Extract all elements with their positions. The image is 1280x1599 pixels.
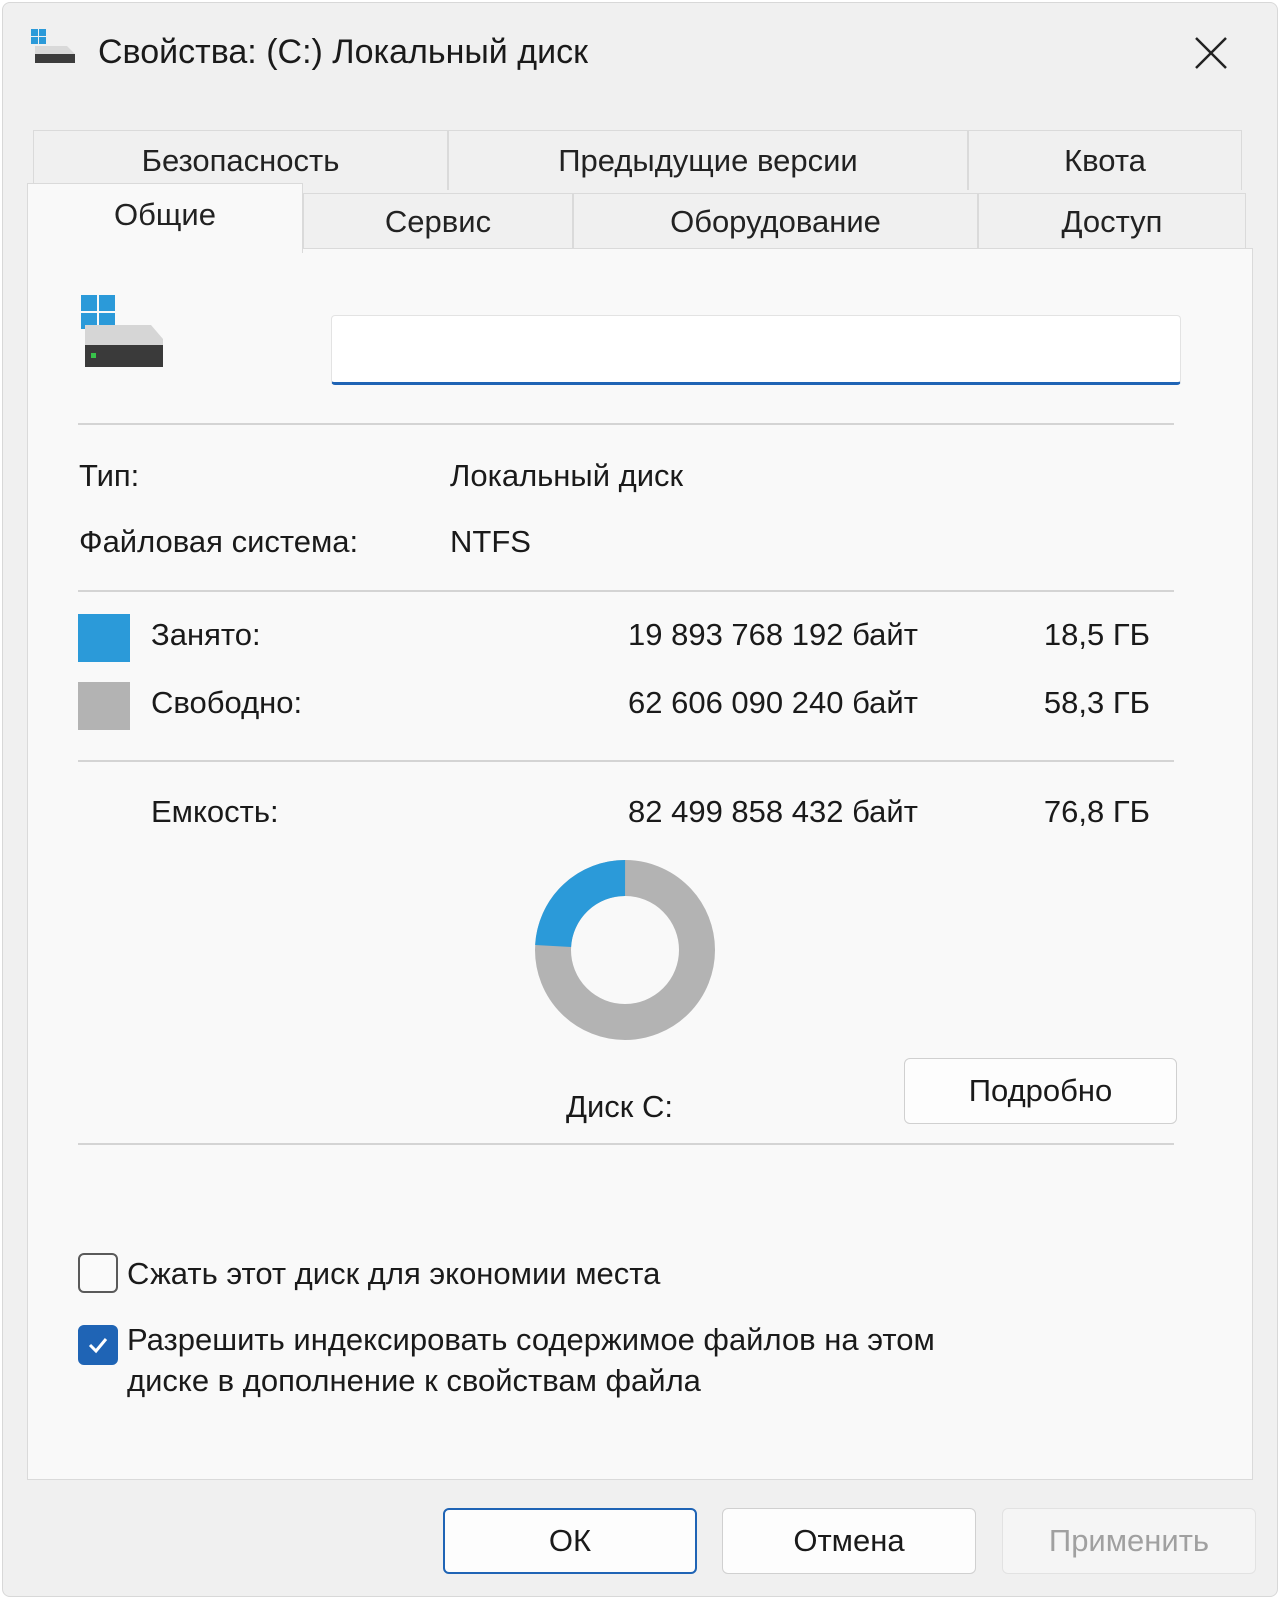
divider: [78, 760, 1174, 762]
cancel-button[interactable]: Отмена: [722, 1508, 976, 1574]
type-label: Тип:: [79, 458, 140, 493]
tab-security[interactable]: Безопасность: [33, 130, 448, 190]
properties-window: Свойства: (C:) Локальный диск Безопаснос…: [2, 2, 1278, 1597]
capacity-size: 76,8 ГБ: [1043, 794, 1150, 829]
tab-previous-versions[interactable]: Предыдущие версии: [448, 130, 968, 190]
disk-label: Диск C:: [566, 1089, 673, 1124]
index-checkbox[interactable]: [78, 1325, 118, 1365]
compress-checkbox[interactable]: [78, 1253, 118, 1293]
divider: [78, 590, 1174, 592]
free-color-swatch: [78, 682, 130, 730]
free-size: 58,3 ГБ: [1043, 685, 1150, 720]
window-title: Свойства: (C:) Локальный диск: [98, 33, 588, 71]
compress-label: Сжать этот диск для экономии места: [127, 1256, 661, 1291]
index-label-line1: Разрешить индексировать содержимое файло…: [127, 1322, 935, 1357]
drive-icon: [31, 29, 77, 65]
details-button[interactable]: Подробно: [904, 1058, 1177, 1124]
tab-service[interactable]: Сервис: [303, 193, 573, 250]
filesystem-value: NTFS: [450, 524, 531, 559]
ok-button[interactable]: ОК: [443, 1508, 697, 1574]
drive-large-icon: [81, 295, 167, 369]
apply-button[interactable]: Применить: [1002, 1508, 1256, 1574]
divider: [78, 423, 1174, 425]
tab-sharing[interactable]: Доступ: [978, 193, 1246, 250]
used-label: Занято:: [151, 617, 261, 652]
disk-usage-donut: [535, 860, 715, 1040]
used-bytes: 19 893 768 192 байт: [628, 617, 918, 652]
capacity-bytes: 82 499 858 432 байт: [628, 794, 918, 829]
tab-hardware[interactable]: Оборудование: [573, 193, 978, 250]
free-label: Свободно:: [151, 685, 303, 720]
used-color-swatch: [78, 614, 130, 662]
index-label-line2: диске в дополнение к свойствам файла: [127, 1363, 701, 1398]
free-bytes: 62 606 090 240 байт: [628, 685, 918, 720]
type-value: Локальный диск: [450, 458, 684, 493]
capacity-label: Емкость:: [151, 794, 279, 829]
tab-quota[interactable]: Квота: [968, 130, 1242, 190]
close-icon: [1195, 37, 1227, 69]
checkmark-icon: [88, 1338, 108, 1354]
tab-general[interactable]: Общие: [27, 183, 303, 253]
close-button[interactable]: [1183, 25, 1239, 81]
used-size: 18,5 ГБ: [1043, 617, 1150, 652]
divider: [78, 1143, 1174, 1145]
title-bar: Свойства: (C:) Локальный диск: [3, 3, 1277, 103]
filesystem-label: Файловая система:: [79, 524, 359, 559]
drive-name-input[interactable]: [331, 315, 1181, 385]
